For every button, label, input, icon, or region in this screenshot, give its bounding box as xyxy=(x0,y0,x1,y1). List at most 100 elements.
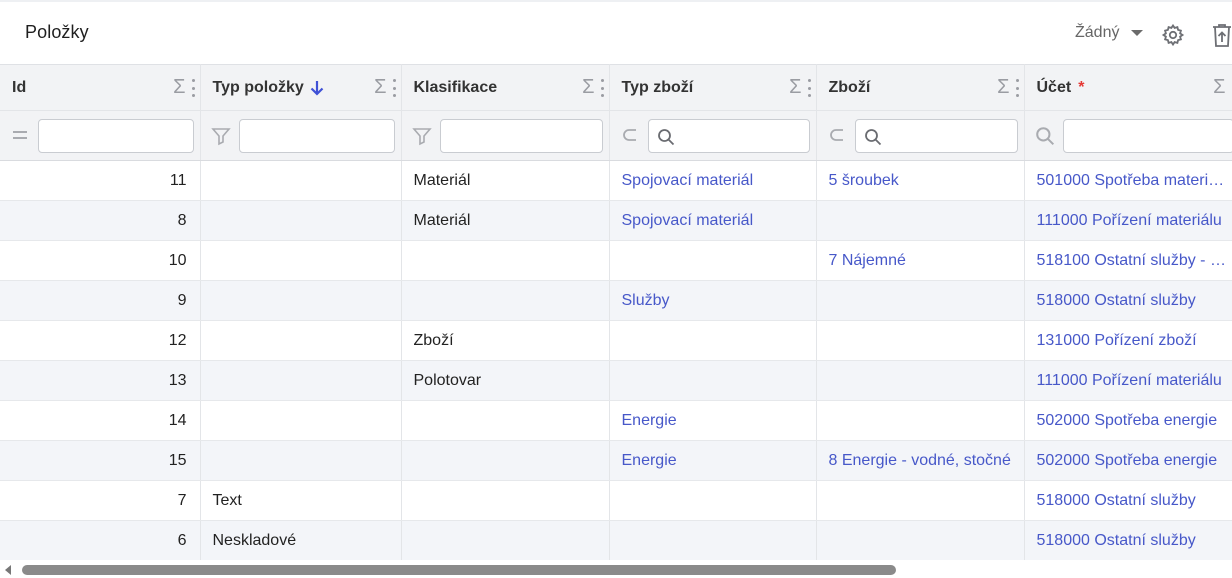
table-cell[interactable]: 111000 Pořízení materiálu xyxy=(1024,360,1232,401)
table-cell[interactable]: 111000 Pořízení materiálu xyxy=(1024,200,1232,241)
sum-icon[interactable]: Σ xyxy=(1213,77,1225,97)
filter-input-typ-polozky[interactable] xyxy=(238,119,395,153)
horizontal-scrollbar[interactable] xyxy=(0,560,1232,578)
table-cell[interactable] xyxy=(816,200,1025,241)
items-grid: Id Σ Typ položky Σ Klasifikace Σ Typ zbo… xyxy=(0,64,1232,560)
column-menu-icon[interactable] xyxy=(191,79,196,97)
table-cell[interactable] xyxy=(609,520,817,560)
column-header-zbozi[interactable]: Zboží Σ xyxy=(816,64,1025,111)
table-row[interactable]: 15 Energie 8 Energie - vodné, stočné 502000… xyxy=(0,440,1232,481)
sum-icon[interactable]: Σ xyxy=(173,77,185,97)
table-cell[interactable]: 5 šroubek xyxy=(816,160,1025,201)
table-cell[interactable]: 502000 Spotřeba energie xyxy=(1024,440,1232,481)
column-menu-icon[interactable] xyxy=(600,79,605,97)
table-cell[interactable]: 518000 Ostatní služby xyxy=(1024,520,1232,560)
table-cell[interactable] xyxy=(816,280,1025,321)
column-menu-icon[interactable] xyxy=(392,79,397,97)
table-cell: 8 xyxy=(0,200,201,241)
table-cell[interactable]: Služby xyxy=(609,280,817,321)
column-header-ucet[interactable]: Účet * Σ xyxy=(1024,64,1232,111)
sum-icon[interactable]: Σ xyxy=(374,77,386,97)
view-select[interactable]: Žádný xyxy=(1075,24,1144,42)
filter-funnel-icon[interactable] xyxy=(411,126,432,146)
scrollbar-thumb[interactable] xyxy=(22,565,896,575)
table-row[interactable]: 10 7 Nájemné518100 Ostatní služby - nájem… xyxy=(0,240,1232,281)
table-cell: Zboží xyxy=(401,320,610,361)
table-cell[interactable]: 501000 Spotřeba materiálu xyxy=(1024,160,1232,201)
table-cell[interactable] xyxy=(609,360,817,401)
column-header-typ-polozky[interactable]: Typ položky Σ xyxy=(200,64,402,111)
table-row[interactable]: 7 Text 518000 Ostatní služby xyxy=(0,480,1232,521)
table-cell[interactable]: 502000 Spotřeba energie xyxy=(1024,400,1232,441)
table-row[interactable]: 14 Energie 502000 Spotřeba energie xyxy=(0,400,1232,441)
filter-cell-klasifikace xyxy=(401,110,610,161)
table-cell[interactable]: Energie xyxy=(609,440,817,481)
table-cell xyxy=(200,360,402,401)
filter-input-id[interactable] xyxy=(38,119,194,153)
table-cell[interactable]: Energie xyxy=(609,400,817,441)
table-cell: 13 xyxy=(0,360,201,401)
table-cell: Polotovar xyxy=(401,360,610,401)
table-cell xyxy=(200,440,402,481)
column-header-klasifikace[interactable]: Klasifikace Σ xyxy=(401,64,610,111)
table-cell[interactable] xyxy=(816,400,1025,441)
table-row[interactable]: 6 Neskladové 518000 Ostatní služby xyxy=(0,520,1232,560)
table-row[interactable]: 12 Zboží 131000 Pořízení zboží xyxy=(0,320,1232,361)
filter-cell-id xyxy=(0,110,201,161)
table-cell[interactable] xyxy=(609,240,817,281)
table-cell: Materiál xyxy=(401,200,610,241)
caret-down-icon xyxy=(1131,30,1144,36)
table-cell xyxy=(200,240,402,281)
scroll-left-icon[interactable] xyxy=(5,565,11,575)
table-cell xyxy=(401,440,610,481)
table-cell xyxy=(200,160,402,201)
filter-input-typ-zbozi[interactable] xyxy=(647,119,810,153)
table-cell[interactable]: 8 Energie - vodné, stočné xyxy=(816,440,1025,481)
table-cell xyxy=(200,400,402,441)
table-cell[interactable]: Spojovací materiál xyxy=(609,160,817,201)
table-cell[interactable] xyxy=(609,320,817,361)
table-row[interactable]: 11 Materiál Spojovací materiál 5 šroubek 501… xyxy=(0,160,1232,201)
gear-icon[interactable] xyxy=(1161,23,1185,47)
trash-upload-icon[interactable] xyxy=(1210,22,1232,48)
table-cell: Materiál xyxy=(401,160,610,201)
table-cell[interactable] xyxy=(816,480,1025,521)
column-menu-icon[interactable] xyxy=(1015,79,1020,97)
table-cell: Text xyxy=(200,480,402,521)
table-cell xyxy=(401,400,610,441)
filter-input-klasifikace[interactable] xyxy=(439,119,603,153)
filter-funnel-icon[interactable] xyxy=(210,126,231,146)
table-cell[interactable] xyxy=(609,480,817,521)
search-icon[interactable] xyxy=(1035,126,1055,146)
table-cell[interactable]: 7 Nájemné xyxy=(816,240,1025,281)
table-row[interactable]: 8 Materiál Spojovací materiál 111000 Poříze… xyxy=(0,200,1232,241)
sum-icon[interactable]: Σ xyxy=(997,77,1009,97)
table-cell: 12 xyxy=(0,320,201,361)
filter-input-ucet[interactable] xyxy=(1062,119,1232,153)
table-cell: 15 xyxy=(0,440,201,481)
table-cell[interactable] xyxy=(816,520,1025,560)
sum-icon[interactable]: Σ xyxy=(789,77,801,97)
table-cell[interactable] xyxy=(816,320,1025,361)
subset-icon[interactable] xyxy=(620,126,640,146)
table-cell[interactable]: 131000 Pořízení zboží xyxy=(1024,320,1232,361)
table-row[interactable]: 9 Služby 518000 Ostatní služby xyxy=(0,280,1232,321)
table-cell[interactable]: 518000 Ostatní služby xyxy=(1024,280,1232,321)
filter-input-zbozi[interactable] xyxy=(854,119,1018,153)
table-cell[interactable] xyxy=(816,360,1025,401)
table-cell[interactable]: Spojovací materiál xyxy=(609,200,817,241)
table-cell[interactable]: 518000 Ostatní služby xyxy=(1024,480,1232,521)
search-icon xyxy=(657,129,674,146)
table-row[interactable]: 13 Polotovar 111000 Pořízení materiálu xyxy=(0,360,1232,401)
table-cell: 6 xyxy=(0,520,201,560)
column-menu-icon[interactable] xyxy=(807,79,812,97)
table-cell: 10 xyxy=(0,240,201,281)
equals-icon[interactable] xyxy=(10,126,30,146)
sum-icon[interactable]: Σ xyxy=(582,77,594,97)
subset-icon[interactable] xyxy=(827,126,847,146)
column-header-id[interactable]: Id Σ xyxy=(0,64,201,111)
table-cell: Neskladové xyxy=(200,520,402,560)
table-cell: 9 xyxy=(0,280,201,321)
table-cell[interactable]: 518100 Ostatní služby - nájemné xyxy=(1024,240,1232,281)
column-header-typ-zbozi[interactable]: Typ zboží Σ xyxy=(609,64,817,111)
